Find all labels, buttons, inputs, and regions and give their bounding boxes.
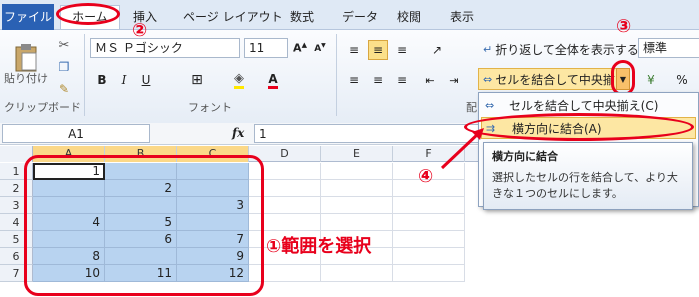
align-middle-icon: ≡ <box>372 43 384 57</box>
tab-review[interactable]: 校閲 <box>397 6 421 28</box>
merge-center-button[interactable]: ⇔ セルを結合して中央揃え <box>478 68 630 90</box>
align-top-button[interactable]: ≡ <box>344 40 364 60</box>
orientation-icon: ↗ <box>431 43 443 57</box>
merge-center-icon: ⇔ <box>485 99 495 112</box>
align-middle-button[interactable]: ≡ <box>368 40 388 60</box>
font-size-box[interactable]: 11 <box>244 38 288 58</box>
clipboard-icon <box>15 44 37 72</box>
menu-item-merge-center-label: セルを結合して中央揃え(C) <box>509 99 659 113</box>
step3-label: ③ <box>616 16 632 37</box>
currency-icon: ¥ <box>647 73 655 87</box>
wrap-text-icon: ↵ <box>483 42 493 56</box>
brush-icon: ✎ <box>58 82 70 96</box>
align-right-icon: ≡ <box>396 73 408 87</box>
dropdown-arrow-ring <box>611 60 635 96</box>
bold-icon: B <box>97 73 107 87</box>
fill-color-button[interactable]: ◈ <box>228 70 250 90</box>
cell-f3[interactable] <box>393 197 465 214</box>
italic-button[interactable]: I <box>114 70 134 90</box>
bold-button[interactable]: B <box>92 70 112 90</box>
tab-data[interactable]: データ <box>342 6 378 28</box>
cell-f5[interactable] <box>393 231 465 248</box>
wrap-text-label: 折り返して全体を表示する <box>495 42 639 57</box>
cell-e2[interactable] <box>321 180 393 197</box>
align-left-button[interactable]: ≡ <box>344 70 364 90</box>
decrease-indent-icon: ⇤ <box>425 73 435 87</box>
wrap-text-button[interactable]: ↵ 折り返して全体を表示する <box>478 38 639 60</box>
cell-e3[interactable] <box>321 197 393 214</box>
tab-page-layout[interactable]: ページ レイアウト <box>183 6 283 28</box>
tooltip: 横方向に結合 選択したセルの行を結合して、より大きな１つのセルにします。 <box>483 142 693 210</box>
shrink-font-icon: A▼ <box>314 42 326 54</box>
font-color-icon: A <box>268 72 278 89</box>
alignment-group-label: 配 <box>466 101 477 114</box>
increase-indent-icon: ⇥ <box>449 73 459 87</box>
merge-across-ring <box>464 113 694 141</box>
merge-icon: ⇔ <box>483 72 493 86</box>
increase-indent-button[interactable]: ⇥ <box>444 70 464 90</box>
decrease-indent-button[interactable]: ⇤ <box>420 70 440 90</box>
function-icon[interactable]: fx <box>232 126 244 140</box>
align-bottom-icon: ≡ <box>396 43 408 57</box>
align-center-button[interactable]: ≡ <box>368 70 388 90</box>
orientation-button[interactable]: ↗ <box>424 40 450 60</box>
cut-button[interactable]: ✂ <box>54 36 74 54</box>
align-bottom-button[interactable]: ≡ <box>392 40 412 60</box>
cell-e7[interactable] <box>321 265 393 282</box>
border-button[interactable]: ⊞ <box>186 70 208 90</box>
format-painter-button[interactable]: ✎ <box>54 80 74 98</box>
group-separator <box>84 34 85 116</box>
font-name-box[interactable]: ＭＳ Ｐゴシック <box>90 38 240 58</box>
step1-label: ①範囲を選択 <box>266 236 372 257</box>
currency-button[interactable]: ¥ <box>640 70 662 90</box>
align-left-icon: ≡ <box>348 73 360 87</box>
column-header-e[interactable]: E <box>321 146 393 162</box>
scissors-icon: ✂ <box>58 37 70 53</box>
cell-f7[interactable] <box>393 265 465 282</box>
tab-view[interactable]: 表示 <box>450 6 474 28</box>
tab-formulas[interactable]: 数式 <box>290 6 314 28</box>
cell-e4[interactable] <box>321 214 393 231</box>
clipboard-group-label: クリップボード <box>4 101 81 114</box>
border-icon: ⊞ <box>191 72 203 88</box>
step4-label: ④ <box>418 166 434 187</box>
align-center-icon: ≡ <box>372 73 384 87</box>
align-top-icon: ≡ <box>348 43 360 57</box>
merge-center-label: セルを結合して中央揃え <box>495 72 627 87</box>
font-group-label: フォント <box>188 101 232 114</box>
step4-arrow <box>440 128 484 170</box>
paint-bucket-icon: ◈ <box>234 71 244 89</box>
tooltip-body: 選択したセルの行を結合して、より大きな１つのセルにします。 <box>492 171 678 200</box>
cell-f6[interactable] <box>393 248 465 265</box>
cell-f4[interactable] <box>393 214 465 231</box>
align-right-button[interactable]: ≡ <box>392 70 412 90</box>
underline-button[interactable]: U <box>136 70 156 90</box>
grow-font-icon: A▲ <box>293 41 307 55</box>
shrink-font-button[interactable]: A▼ <box>312 38 328 58</box>
group-separator <box>336 34 337 116</box>
font-color-button[interactable]: A <box>262 70 284 90</box>
underline-icon: U <box>141 73 151 87</box>
grow-font-button[interactable]: A▲ <box>292 38 308 58</box>
cell-e1[interactable] <box>321 163 393 180</box>
name-box[interactable]: A1 <box>2 124 150 143</box>
paste-label: 貼り付け <box>4 72 48 85</box>
tab-file[interactable]: ファイル <box>2 4 54 30</box>
percent-button[interactable]: % <box>672 70 692 90</box>
italic-icon: I <box>121 73 127 87</box>
home-tab-ring <box>56 3 120 25</box>
number-format-box[interactable]: 標準 <box>638 38 699 58</box>
selection-annotation-ring <box>24 155 264 296</box>
step2-label: ② <box>132 20 148 41</box>
copy-icon: ❐ <box>58 60 70 74</box>
copy-button[interactable]: ❐ <box>54 58 74 76</box>
tooltip-title: 横方向に結合 <box>492 150 558 163</box>
